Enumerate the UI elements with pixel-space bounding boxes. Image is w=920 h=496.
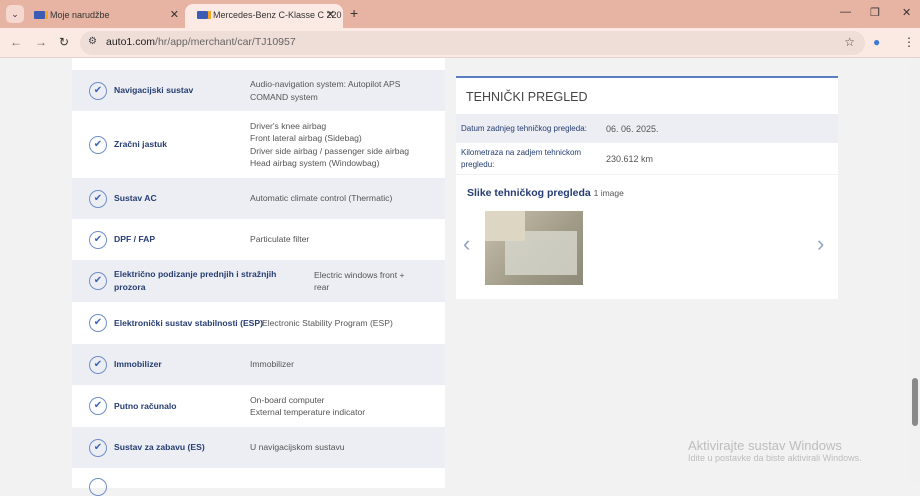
inspection-key: Kilometraza na zadjem tehnickom pregledu… [461, 147, 582, 169]
feature-label: Sustav AC [114, 193, 157, 203]
navigation-bar: ← → ↻ ⚙ auto1.com/hr/app/merchant/car/TJ… [0, 28, 920, 58]
inspection-gallery: Slike tehničkog pregleda 1 image ‹ › [456, 175, 838, 299]
list-item: ✔ Elektronički sustav stabilnosti (ESP) … [72, 302, 445, 344]
check-icon: ✔ [89, 81, 107, 100]
image-count: 1 image [593, 188, 624, 198]
check-icon: ✔ [89, 397, 107, 415]
inspection-image-thumbnail[interactable] [485, 211, 583, 285]
inspection-row: Datum zadnjeg tehničkog pregleda: 06. 06… [456, 114, 838, 143]
list-item: ✔ Navigacijski sustav Audio-navigation s… [72, 70, 445, 111]
gallery-title: Slike tehničkog pregleda 1 image [467, 187, 624, 199]
check-icon [89, 478, 107, 496]
inspection-value: 230.612 km [606, 153, 654, 164]
feature-value: On-board computer External temperature in… [250, 394, 366, 418]
tab-moje-narudzbe[interactable]: Moje narudžbe ✕ [22, 4, 187, 28]
feature-value: Driver's knee airbag Front lateral airbag… [250, 120, 410, 169]
address-bar[interactable]: ⚙ auto1.com/hr/app/merchant/car/TJ10957 … [80, 31, 865, 55]
forward-icon[interactable]: → [35, 35, 47, 49]
profile-avatar-icon[interactable]: ● [873, 35, 880, 49]
list-item: ✔ Zračni jastuk Driver's knee airbag Fron… [72, 111, 445, 178]
url-text: auto1.com/hr/app/merchant/car/TJ10957 [106, 36, 296, 48]
list-item [72, 468, 445, 496]
auto1-favicon-icon [34, 11, 48, 19]
check-icon: ✔ [89, 438, 107, 457]
feature-label: Immobilizer [114, 359, 162, 369]
bookmark-star-icon[interactable]: ☆ [844, 35, 855, 49]
chevron-right-icon[interactable]: › [817, 231, 824, 257]
auto1-favicon-icon [197, 11, 211, 19]
check-icon: ✔ [89, 189, 107, 208]
minimize-icon[interactable]: — [840, 6, 851, 18]
check-icon: ✔ [89, 355, 107, 374]
list-item: ✔ Sustav za zabavu (ES) U navigacijskom … [72, 427, 445, 468]
feature-label: DPF / FAP [114, 234, 156, 244]
check-icon: ✔ [89, 272, 107, 290]
check-icon: ✔ [89, 314, 107, 332]
windows-activation-watermark: Aktivirajte sustav Windows Idite u posta… [688, 438, 862, 463]
tab-mercedes[interactable]: Mercedes-Benz C-Klasse C 220 ✕ [185, 4, 343, 28]
technical-inspection-panel: TEHNIČKI PREGLED Datum zadnjeg tehničkog… [456, 76, 838, 174]
feature-value: U navigacijskom sustavu [250, 442, 345, 453]
inspection-row: Kilometraza na zadjem tehnickom pregledu… [456, 143, 838, 174]
feature-label: Zračni jastuk [114, 139, 168, 149]
feature-value: Electric windows front + rear [314, 269, 405, 293]
inspection-value: 06. 06. 2025. [606, 123, 659, 134]
feature-value: Automatic climate control (Thermatic) [250, 193, 393, 204]
list-item: ✔ Putno računalo On-board computer Extern… [72, 385, 445, 427]
chevron-left-icon[interactable]: ‹ [463, 231, 470, 257]
feature-label: Putno računalo [114, 400, 177, 411]
equipment-list: ✔ Navigacijski sustav Audio-navigation s… [72, 58, 445, 496]
check-icon: ✔ [89, 135, 107, 154]
reload-icon[interactable]: ↻ [59, 35, 69, 49]
menu-icon[interactable]: ⋮ [903, 35, 915, 49]
feature-label: Električno podizanje prednjih i stražnji… [114, 269, 277, 292]
check-icon: ✔ [89, 230, 107, 249]
feature-label: Navigacijski sustav [114, 85, 194, 95]
close-tab-icon[interactable]: ✕ [170, 4, 179, 26]
feature-value: Particulate filter [250, 234, 310, 245]
site-settings-icon[interactable]: ⚙ [88, 36, 97, 47]
list-item: ✔ DPF / FAP Particulate filter [72, 219, 445, 260]
feature-value: Immobilizer [250, 359, 294, 370]
scrollbar-thumb[interactable] [912, 378, 918, 426]
section-title: TEHNIČKI PREGLED [466, 90, 588, 104]
list-item: ✔ Električno podizanje prednjih i stražn… [72, 260, 445, 302]
list-item: ✔ Sustav AC Automatic climate control (T… [72, 178, 445, 219]
new-tab-button[interactable]: + [350, 5, 358, 21]
feature-label: Sustav za zabavu (ES) [114, 442, 205, 452]
back-icon[interactable]: ← [10, 35, 22, 49]
tab-label: Moje narudžbe [50, 10, 110, 20]
inspection-key: Datum zadnjeg tehničkog pregleda: [461, 123, 587, 133]
list-item: ✔ Immobilizer Immobilizer [72, 344, 445, 385]
feature-value: Audio-navigation system: Autopilot APS CO… [250, 79, 401, 102]
close-tab-icon[interactable]: ✕ [326, 4, 335, 26]
tab-label: Mercedes-Benz C-Klasse C 220 [213, 10, 342, 20]
tab-bar: ⌄ Moje narudžbe ✕ Mercedes-Benz C-Klasse… [0, 0, 920, 28]
close-window-icon[interactable]: ✕ [902, 6, 911, 19]
feature-label: Elektronički sustav stabilnosti (ESP) [114, 317, 264, 328]
feature-value: Electronic Stability Program (ESP) [262, 317, 393, 328]
maximize-icon[interactable]: ❐ [870, 6, 880, 19]
